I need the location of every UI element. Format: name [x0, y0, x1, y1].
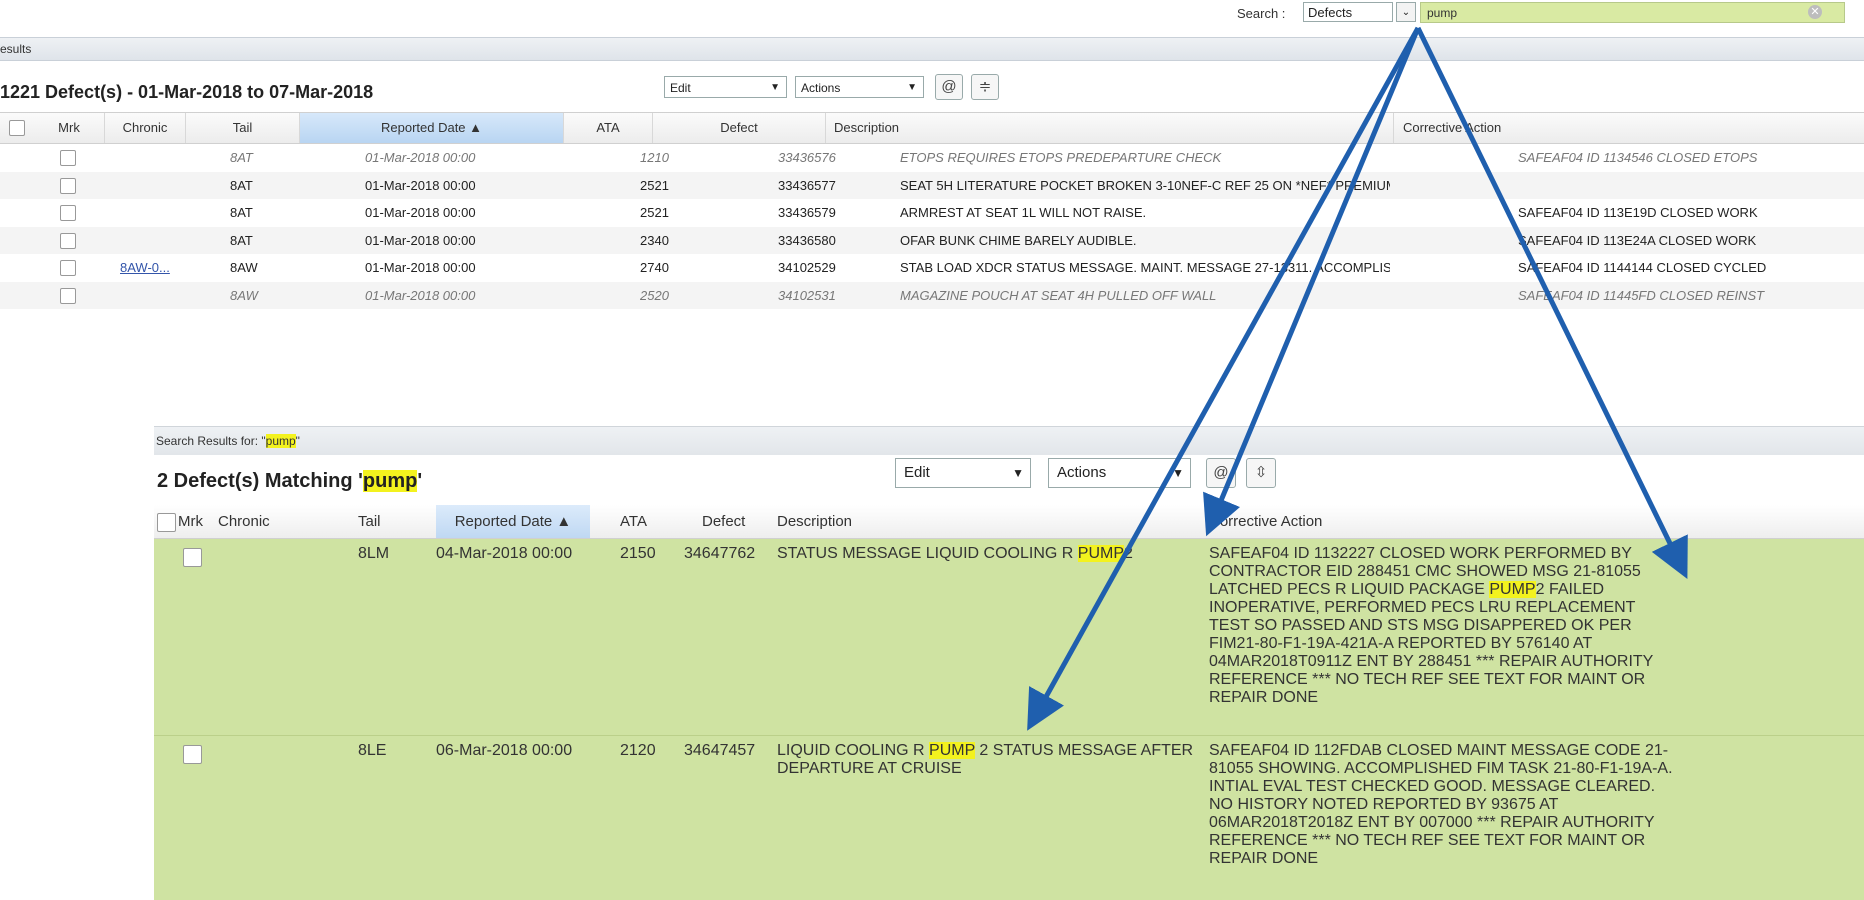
arrow-to-corrective-row1	[1415, 26, 1688, 579]
annotation-arrows	[1027, 26, 1688, 731]
arrow-to-description-row1	[1203, 27, 1421, 537]
arrow-to-description-row2	[1027, 26, 1421, 731]
